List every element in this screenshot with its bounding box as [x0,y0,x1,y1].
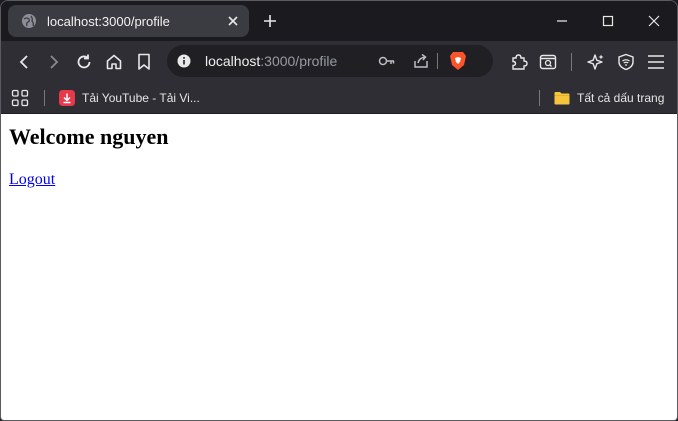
folder-icon [554,92,570,105]
globe-icon [22,14,36,28]
menu-icon[interactable] [644,50,668,74]
minimize-icon[interactable] [539,1,585,41]
leo-ai-icon[interactable] [584,50,608,74]
page-heading: Welcome nguyen [9,124,169,149]
tab-title: localhost:3000/profile [47,13,170,29]
urlbar-divider [437,53,438,69]
key-icon[interactable] [377,51,397,71]
active-tab[interactable]: localhost:3000/profile [8,5,249,37]
bookmark-icon[interactable] [132,50,156,74]
extensions-icon[interactable] [507,50,531,74]
tab-strip: localhost:3000/profile [1,1,677,41]
forward-icon[interactable] [42,50,66,74]
toolbar-divider [571,53,572,71]
page-viewport: Welcome nguyen Logout [1,114,677,420]
address-bar[interactable]: localhost:3000/profile [167,45,493,77]
close-window-icon[interactable] [631,1,677,41]
logout-link[interactable]: Logout [9,171,55,189]
browser-window: localhost:3000/profile localhost:3000/pr… [0,0,678,421]
back-icon[interactable] [12,50,36,74]
bookmark-youtube-download[interactable]: Tải YouTube - Tải Vi... [59,87,200,109]
bookmark-label: Tất cả dấu trang [577,91,665,105]
bookmarks-divider-right [539,90,540,106]
brave-shields-icon[interactable] [447,50,469,72]
bookmarks-divider [44,90,45,106]
url-host: localhost [205,53,261,69]
download-app-icon [59,90,75,106]
url-path: :3000/profile [260,53,338,69]
site-info-icon[interactable] [177,54,191,68]
bookmark-label: Tải YouTube - Tải Vi... [82,91,200,105]
apps-grid-icon[interactable] [11,87,29,109]
share-icon[interactable] [411,51,431,71]
close-tab-icon[interactable] [222,10,244,32]
bookmarks-bar: Tải YouTube - Tải Vi... Tất cả dấu trang [1,83,677,114]
reload-icon[interactable] [72,50,96,74]
url-text[interactable]: localhost:3000/profile [205,53,337,69]
new-tab-icon[interactable] [259,10,281,32]
tab-search-icon[interactable] [536,50,560,74]
maximize-icon[interactable] [585,1,631,41]
navigation-toolbar: localhost:3000/profile [1,41,677,83]
vpn-shield-icon[interactable] [614,50,638,74]
all-bookmarks-folder[interactable]: Tất cả dấu trang [554,87,664,109]
home-icon[interactable] [102,50,126,74]
